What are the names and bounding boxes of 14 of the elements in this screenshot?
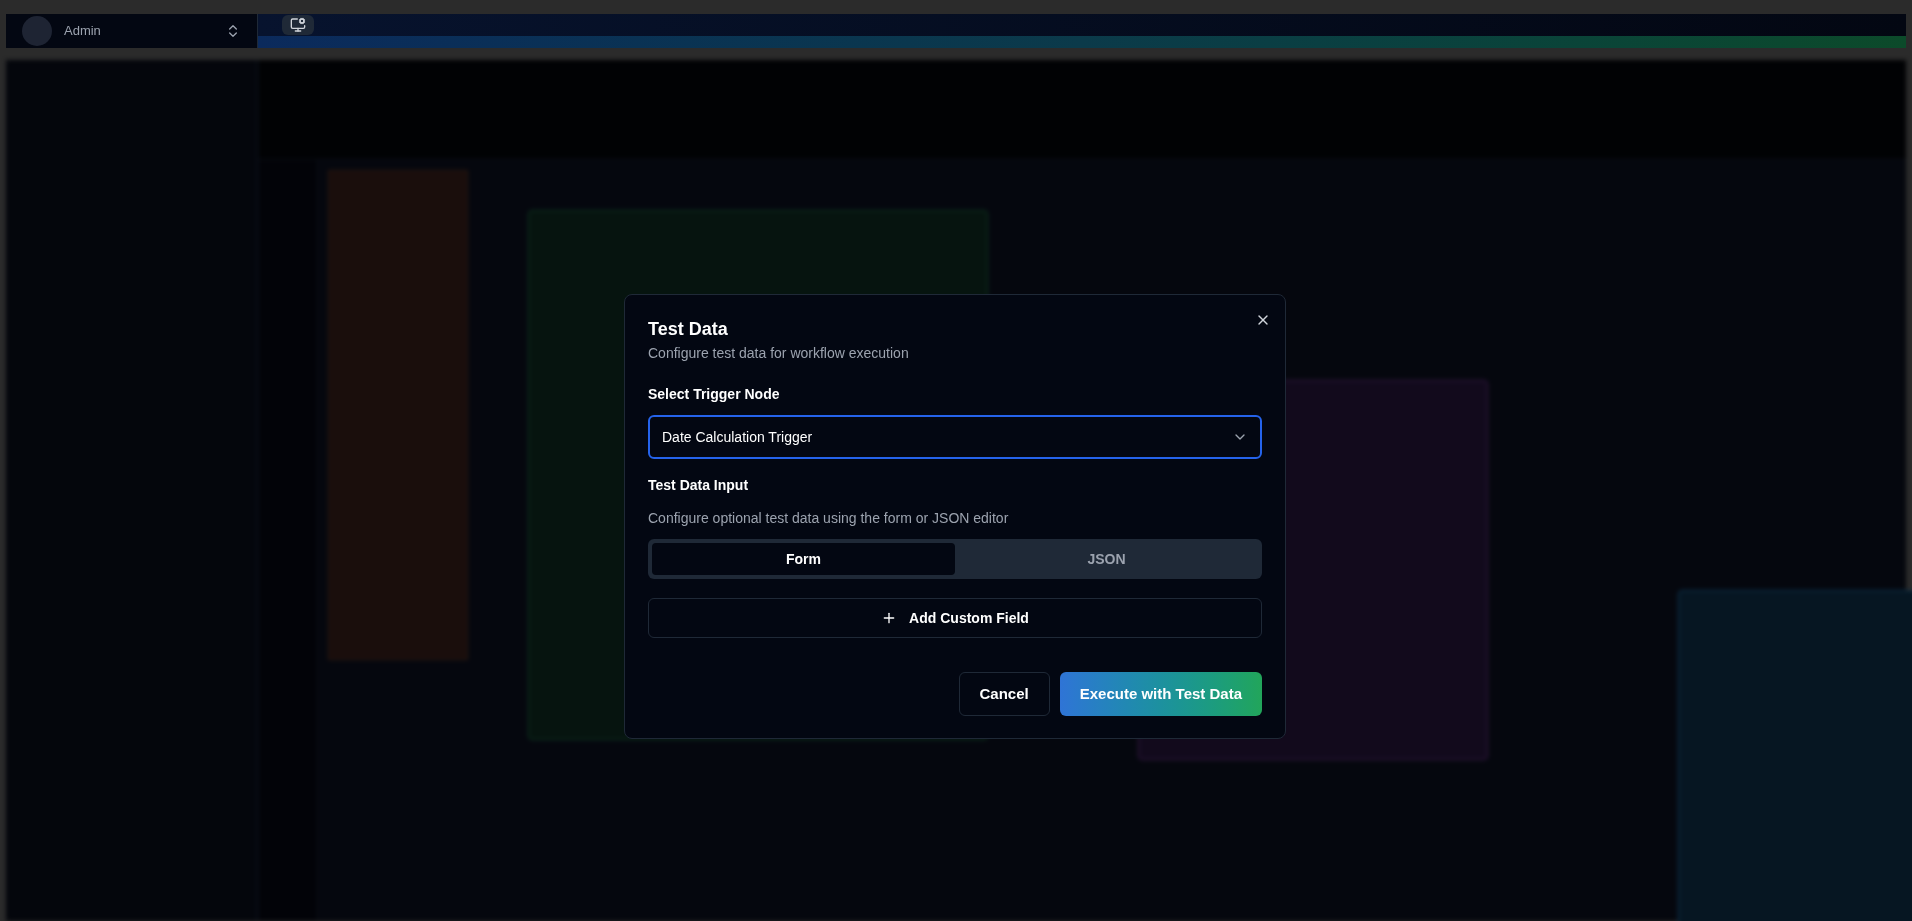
execute-button[interactable]: Execute with Test Data (1059, 672, 1262, 716)
monitor-button[interactable] (282, 15, 314, 35)
tab[interactable]: JSON (955, 543, 1258, 575)
user-name: Admin (64, 22, 101, 41)
dialog-subtitle: Configure test data for workflow execution (648, 344, 910, 363)
avatar-icon (22, 16, 52, 46)
section-label: Test Data Input (648, 476, 750, 495)
field-label: Select Trigger Node (648, 385, 781, 404)
section-hint: Configure optional test data using the form or JSON editor (648, 509, 1010, 528)
add-field-button[interactable]: Add Custom Field (648, 598, 1262, 638)
dialog-title: Test Data (648, 318, 729, 341)
cancel-button[interactable]: Cancel (958, 672, 1050, 716)
tab[interactable]: Form (652, 543, 955, 575)
trigger-select[interactable]: Date Calculation Trigger (648, 415, 1262, 459)
